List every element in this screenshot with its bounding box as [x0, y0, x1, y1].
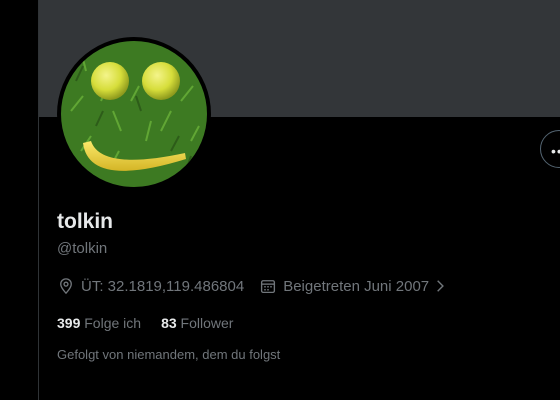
more-options-button[interactable]: •• — [540, 130, 560, 168]
location-pin-icon — [60, 278, 72, 295]
left-navigation-rail — [0, 0, 38, 400]
user-handle: @tolkin — [57, 240, 108, 257]
chevron-right-icon — [437, 280, 445, 292]
joined-item[interactable]: Beigetreten Juni 2007 — [259, 277, 447, 295]
display-name: tolkin — [57, 210, 113, 233]
followers-label: Follower — [180, 315, 234, 331]
location-item: ÜT: 32.1819,119.486804 — [57, 277, 259, 295]
follow-stats: 399 Folge ich 83 Follower — [57, 315, 253, 331]
followers-count: 83 — [161, 315, 177, 331]
joined-text: Beigetreten Juni 2007 — [283, 277, 430, 295]
calendar-icon — [261, 280, 276, 294]
followers-link[interactable]: 83 Follower — [161, 315, 233, 331]
following-label: Folge ich — [84, 315, 142, 331]
profile-meta: ÜT: 32.1819,119.486804 Beigetreten Juni … — [57, 276, 447, 296]
avatar-image — [61, 41, 207, 187]
location-text: ÜT: 32.1819,119.486804 — [81, 277, 245, 295]
following-link[interactable]: 399 Folge ich — [57, 315, 141, 331]
followed-by-text: Gefolgt von niemandem, dem du folgst — [57, 347, 281, 362]
following-count: 399 — [57, 315, 81, 331]
avatar[interactable] — [57, 37, 211, 191]
more-options-icon: •• — [551, 143, 560, 159]
